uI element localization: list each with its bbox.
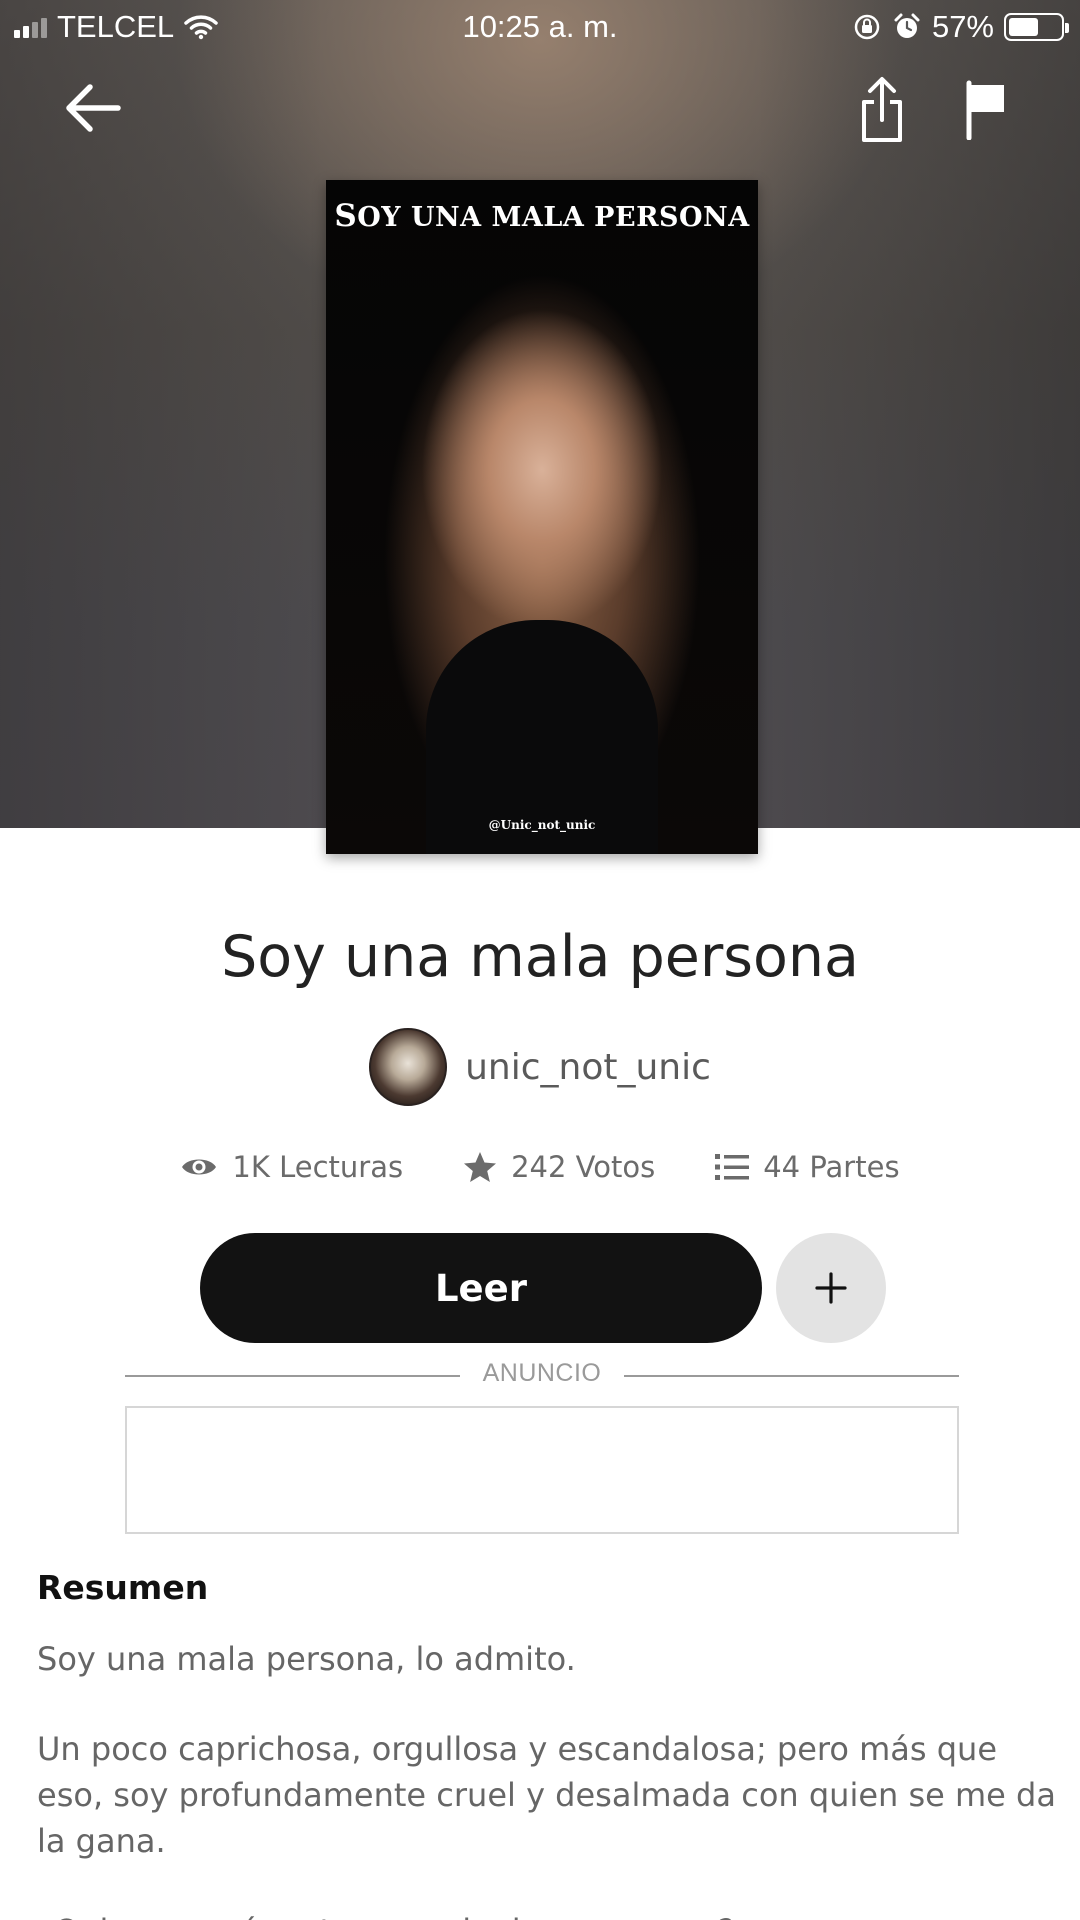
parts-stat: 44 Partes <box>715 1150 900 1184</box>
cover-title-part1: OY <box>357 202 411 233</box>
status-bar: TELCEL 10:25 a. m. 57% <box>0 0 1080 56</box>
cover-title-part2: UNA MALA PERSONA <box>410 202 750 233</box>
summary-paragraph-2: Un poco caprichosa, orgullosa y escandal… <box>37 1730 1056 1860</box>
avatar[interactable] <box>369 1028 448 1106</box>
alarm-icon <box>894 13 920 38</box>
reads-stat: 1K Lecturas <box>180 1150 403 1184</box>
battery-icon <box>1004 13 1069 41</box>
summary-text: Soy una mala persona, lo admito. Un poco… <box>37 1636 1057 1920</box>
parts-count: 44 Partes <box>763 1150 900 1184</box>
ad-label: ANUNCIO <box>482 1359 602 1387</box>
reads-count: 1K Lecturas <box>232 1150 404 1184</box>
cover-handle: @Unic_not_unic <box>488 818 596 832</box>
add-to-library-button[interactable] <box>776 1233 886 1343</box>
battery-fill <box>1009 18 1038 36</box>
ad-banner[interactable] <box>125 1406 959 1534</box>
status-right: 57% <box>852 9 1069 45</box>
summary-paragraph-3: ¿Quien querría estar con alguien como yo… <box>37 1908 1057 1920</box>
eye-icon <box>182 1159 217 1175</box>
author-row[interactable]: unic_not_unic <box>0 1028 1080 1106</box>
summary-heading: Resumen <box>37 1568 209 1607</box>
list-icon <box>715 1154 750 1180</box>
back-arrow-icon[interactable] <box>64 82 122 134</box>
divider-line-right <box>624 1375 959 1377</box>
plus-icon <box>815 1272 847 1304</box>
cover-title-initial: S <box>334 198 358 234</box>
votes-stat: 242 Votos <box>463 1150 655 1184</box>
author-name[interactable]: unic_not_unic <box>465 1047 711 1088</box>
star-icon <box>464 1152 497 1182</box>
summary-paragraph-1: Soy una mala persona, lo admito. <box>37 1640 576 1678</box>
book-cover[interactable]: SOY UNA MALA PERSONA @Unic_not_unic <box>326 180 758 854</box>
ad-divider: ANUNCIO <box>125 1358 959 1394</box>
cover-title: SOY UNA MALA PERSONA <box>326 198 758 234</box>
story-stats: 1K Lecturas 242 Votos 44 Partes <box>0 1150 1080 1184</box>
read-button[interactable]: Leer <box>200 1233 762 1343</box>
votes-count: 242 Votos <box>511 1150 656 1184</box>
story-title: Soy una mala persona <box>221 924 859 990</box>
flag-icon[interactable] <box>964 80 1008 140</box>
battery-percent: 57% <box>931 9 994 44</box>
orientation-lock-icon <box>854 14 880 40</box>
share-icon[interactable] <box>858 76 906 144</box>
